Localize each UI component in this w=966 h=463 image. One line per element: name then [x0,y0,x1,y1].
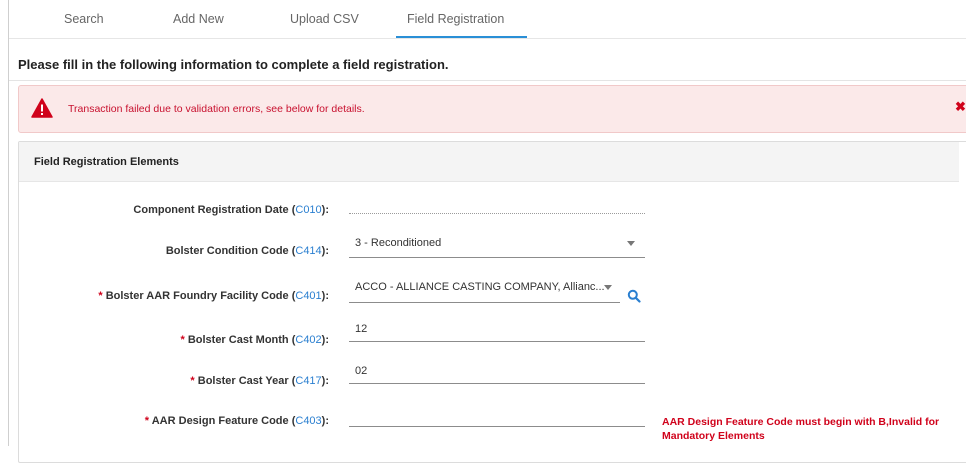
label-suffix: ): [321,290,329,302]
bolster-condition-code-label: Bolster Condition Code (C414): [0,245,329,261]
bolster-foundry-code-label: * Bolster AAR Foundry Facility Code (C40… [0,290,329,306]
aar-design-feature-code-input[interactable] [349,410,645,427]
bolster-cast-year-input[interactable]: 02 [349,365,645,384]
code-link-c417[interactable]: C417 [295,375,321,387]
code-link-c010[interactable]: C010 [295,204,321,216]
required-asterisk: * [144,415,152,427]
bolster-condition-code-select[interactable]: 3 - Reconditioned [349,237,645,258]
code-link-c414[interactable]: C414 [295,245,321,257]
input-value: 02 [355,365,368,377]
label-text: Component Registration Date ( [133,204,296,216]
tab-add-new[interactable]: Add New [173,12,224,26]
error-alert: Transaction failed due to validation err… [18,85,966,133]
chevron-down-icon[interactable] [604,285,612,290]
bolster-cast-year-label: * Bolster Cast Year (C417): [0,375,329,391]
selected-value: ACCO - ALLIANCE CASTING COMPANY, Allianc… [355,281,605,293]
code-link-c402[interactable]: C402 [295,334,321,346]
label-suffix: ): [321,245,329,257]
page-heading: Please fill in the following information… [18,57,449,72]
close-icon[interactable]: ✖ [955,99,966,115]
label-text: Bolster Condition Code ( [165,245,296,257]
bolster-cast-month-input[interactable]: 12 [349,323,645,342]
code-link-c401[interactable]: C401 [295,290,321,302]
required-asterisk: * [190,375,198,387]
alert-message: Transaction failed due to validation err… [68,103,365,115]
panel-header: Field Registration Elements [19,142,959,182]
aar-design-feature-code-label: * AAR Design Feature Code (C403): [0,415,329,431]
panel-title: Field Registration Elements [34,156,179,168]
label-suffix: ): [321,334,329,346]
chevron-down-icon[interactable] [627,241,635,246]
component-registration-date-field[interactable] [349,212,645,214]
label-suffix: ): [321,415,329,427]
bolster-cast-month-label: * Bolster Cast Month (C402): [0,334,329,350]
required-asterisk: * [98,290,106,302]
tab-bar: Search Add New Upload CSV Field Registra… [9,0,966,39]
label-text: Bolster Cast Month ( [187,334,296,346]
component-registration-date-label: Component Registration Date (C010): [0,204,329,220]
tab-upload-csv[interactable]: Upload CSV [290,12,359,26]
required-asterisk: * [180,334,188,346]
label-text: Bolster Cast Year ( [197,375,296,387]
code-link-c403[interactable]: C403 [295,415,321,427]
tab-search[interactable]: Search [64,12,104,26]
field-error-message: AAR Design Feature Code must begin with … [662,416,940,442]
search-icon[interactable] [627,289,641,303]
active-tab-indicator [396,36,527,38]
divider [9,80,966,81]
tab-field-registration[interactable]: Field Registration [407,12,504,26]
label-suffix: ): [321,375,329,387]
selected-value: 3 - Reconditioned [355,237,442,249]
bolster-foundry-code-select[interactable]: ACCO - ALLIANCE CASTING COMPANY, Allianc… [349,281,620,303]
label-text: AAR Design Feature Code ( [151,415,296,427]
label-suffix: ): [321,204,329,216]
warning-triangle-icon [31,98,53,118]
label-text: Bolster AAR Foundry Facility Code ( [105,290,296,302]
input-value: 12 [355,323,368,335]
